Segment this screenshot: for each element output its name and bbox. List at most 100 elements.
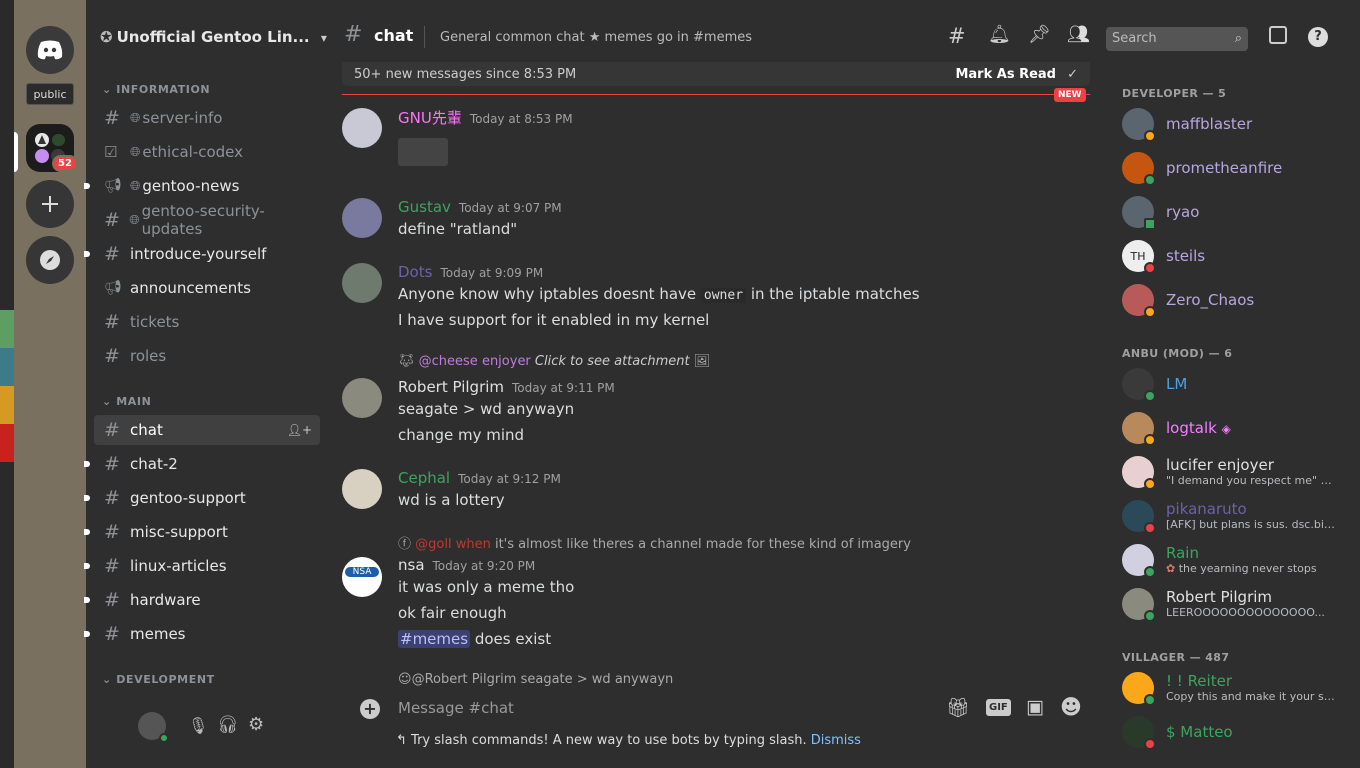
channel-memes[interactable]: # memes	[84, 619, 320, 649]
member-avatar[interactable]	[1122, 588, 1156, 622]
member-avatar[interactable]	[1122, 412, 1156, 446]
idle-status-icon	[1144, 306, 1156, 318]
category-main[interactable]: ⌄ MAIN	[102, 395, 151, 408]
help-icon[interactable]: ?	[1308, 27, 1328, 47]
microphone-icon[interactable]: 🎙︎	[188, 716, 208, 735]
member-name[interactable]: $ Matteo	[1166, 723, 1233, 741]
reply-avatar-icon: ⓕ	[398, 537, 412, 552]
search-input[interactable]: Search ⌕	[1106, 27, 1248, 51]
avatar[interactable]	[342, 108, 382, 148]
member-avatar[interactable]	[1122, 456, 1156, 490]
user-avatar[interactable]	[138, 712, 169, 743]
member-avatar[interactable]: TH	[1122, 240, 1156, 274]
mark-as-read-button[interactable]: Mark As Read	[955, 67, 1056, 82]
online-status-icon	[1144, 566, 1156, 578]
channel-gentoo-news[interactable]: 📢︎ 🌐︎ gentoo-news	[84, 171, 320, 201]
reply-preview[interactable]: 🐺︎ @cheese enjoyer Click to see attachme…	[398, 354, 710, 369]
sticker-image[interactable]	[398, 138, 448, 166]
member-name[interactable]: pikanaruto	[1166, 500, 1247, 518]
member-name[interactable]: lucifer enjoyer	[1166, 456, 1274, 474]
channel-chat-2[interactable]: # chat-2	[84, 449, 320, 479]
channel-server-info[interactable]: # 🌐︎ server-info	[94, 103, 320, 133]
member-name[interactable]: prometheanfire	[1166, 159, 1282, 177]
member-avatar[interactable]	[1122, 284, 1156, 318]
reply-preview[interactable]: ☺@Robert Pilgrim seagate > wd anywayn	[398, 672, 673, 687]
dnd-status-icon	[1144, 738, 1156, 750]
emoji-icon[interactable]: ☻	[1060, 695, 1082, 719]
pinned-messages-icon[interactable]: 📌︎	[1028, 24, 1051, 45]
channel-topic[interactable]: General common chat ★ memes go in #memes	[440, 30, 752, 45]
member-name[interactable]: LM	[1166, 375, 1187, 393]
member-list-icon[interactable]: 👥︎	[1067, 24, 1090, 45]
member-avatar[interactable]	[1122, 196, 1156, 230]
threads-icon[interactable]: #	[948, 24, 966, 48]
member-name[interactable]: Zero_Chaos	[1166, 291, 1254, 309]
member-status: Copy this and make it your sta...	[1166, 690, 1336, 703]
member-name[interactable]: ryao	[1166, 203, 1199, 221]
headphones-icon[interactable]: 🎧︎	[217, 715, 239, 735]
inbox-icon[interactable]	[1269, 26, 1287, 44]
member-avatar[interactable]	[1122, 672, 1156, 706]
member-avatar[interactable]	[1122, 716, 1156, 750]
avatar[interactable]: NSA	[342, 557, 382, 597]
discord-home-icon[interactable]	[26, 26, 74, 74]
channel-ethical-codex[interactable]: ☑ 🌐︎ ethical-codex	[94, 137, 320, 167]
reply-preview[interactable]: ⓕ @goll when it's almost like theres a c…	[398, 533, 911, 552]
member-avatar[interactable]	[1122, 108, 1156, 142]
channel-announcements[interactable]: 📢︎ announcements	[94, 273, 320, 303]
timestamp: Today at 9:07 PM	[458, 201, 562, 215]
upload-plus-icon[interactable]: +	[360, 699, 380, 719]
message-text: ok fair enough	[398, 604, 507, 622]
invite-user-icon[interactable]: 👤︎+	[287, 423, 312, 437]
channel-chat[interactable]: # chat 👤︎+	[94, 415, 320, 445]
gif-icon[interactable]: GIF	[986, 699, 1011, 716]
gift-icon[interactable]: 🎁︎	[946, 696, 970, 719]
server-name-header[interactable]: ✪ Unofficial Gentoo Lin... ▾	[100, 28, 327, 46]
member-name[interactable]: Robert Pilgrim	[1166, 588, 1272, 606]
member-avatar[interactable]	[1122, 368, 1156, 402]
dismiss-link[interactable]: Dismiss	[811, 733, 861, 748]
member-avatar[interactable]	[1122, 500, 1156, 534]
public-tooltip: public	[26, 83, 74, 105]
channel-linux-articles[interactable]: # linux-articles	[84, 551, 320, 581]
new-messages-bar[interactable]: 50+ new messages since 8:53 PM Mark As R…	[342, 62, 1090, 86]
category-information[interactable]: ⌄ INFORMATION	[102, 83, 210, 96]
channel-gentoo-security-updates[interactable]: # 🌐︎ gentoo-security-updates	[94, 202, 320, 238]
member-name[interactable]: ! ! Reiter	[1166, 672, 1232, 690]
category-development[interactable]: ⌄ DEVELOPMENT	[102, 673, 215, 686]
channel-introduce-yourself[interactable]: # introduce-yourself	[84, 239, 320, 269]
unread-dot	[84, 251, 90, 257]
member-name[interactable]: steils	[1166, 247, 1205, 265]
channel-tickets[interactable]: # tickets	[94, 307, 320, 337]
hash-icon: #	[104, 243, 120, 265]
avatar[interactable]	[342, 263, 382, 303]
member-avatar[interactable]	[1122, 544, 1156, 578]
member-avatar[interactable]	[1122, 152, 1156, 186]
channel-roles[interactable]: # roles	[94, 341, 320, 371]
sticker-icon[interactable]: ▣	[1026, 696, 1044, 718]
add-server-icon[interactable]	[26, 180, 74, 228]
avatar[interactable]	[342, 198, 382, 238]
settings-gear-icon[interactable]: ⚙	[248, 714, 264, 735]
channel-gentoo-support[interactable]: # gentoo-support	[84, 483, 320, 513]
unread-dot	[84, 495, 90, 501]
notification-bell-icon[interactable]: 🔔︎	[988, 24, 1011, 45]
avatar[interactable]	[342, 378, 382, 418]
member-name[interactable]: maffblaster	[1166, 115, 1252, 133]
channel-title: chat	[374, 26, 414, 45]
mark-read-icon: ✓	[1067, 66, 1078, 82]
timestamp: Today at 9:11 PM	[512, 381, 615, 395]
channel-hardware[interactable]: # hardware	[84, 585, 320, 615]
mention-badge: 52	[52, 155, 78, 172]
user-panel: 🎙︎ 🎧︎ ⚙	[86, 700, 332, 756]
online-status-icon	[1144, 610, 1156, 622]
avatar[interactable]	[342, 469, 382, 509]
channel-misc-support[interactable]: # misc-support	[84, 517, 320, 547]
member-name[interactable]: logtalk ◈	[1166, 419, 1231, 437]
explore-compass-icon[interactable]	[26, 236, 74, 284]
member-name[interactable]: Rain	[1166, 544, 1199, 562]
channel-mention[interactable]: #memes	[398, 630, 471, 648]
idle-status-icon	[1144, 130, 1156, 142]
message-input[interactable]: Message #chat	[398, 699, 514, 717]
message-text: define "ratland"	[398, 220, 518, 238]
